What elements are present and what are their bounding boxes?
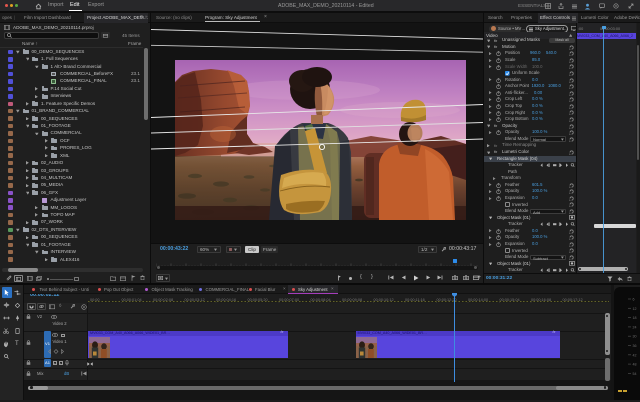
svg-text:42: 42	[633, 353, 637, 357]
svg-text:12: 12	[633, 307, 637, 311]
svg-text:6: 6	[633, 298, 635, 302]
svg-text:54: 54	[633, 372, 637, 376]
svg-text:18: 18	[633, 316, 637, 320]
svg-text:48: 48	[633, 363, 637, 367]
svg-text:24: 24	[633, 325, 637, 329]
svg-text:30: 30	[633, 335, 637, 339]
svg-text:36: 36	[633, 344, 637, 348]
